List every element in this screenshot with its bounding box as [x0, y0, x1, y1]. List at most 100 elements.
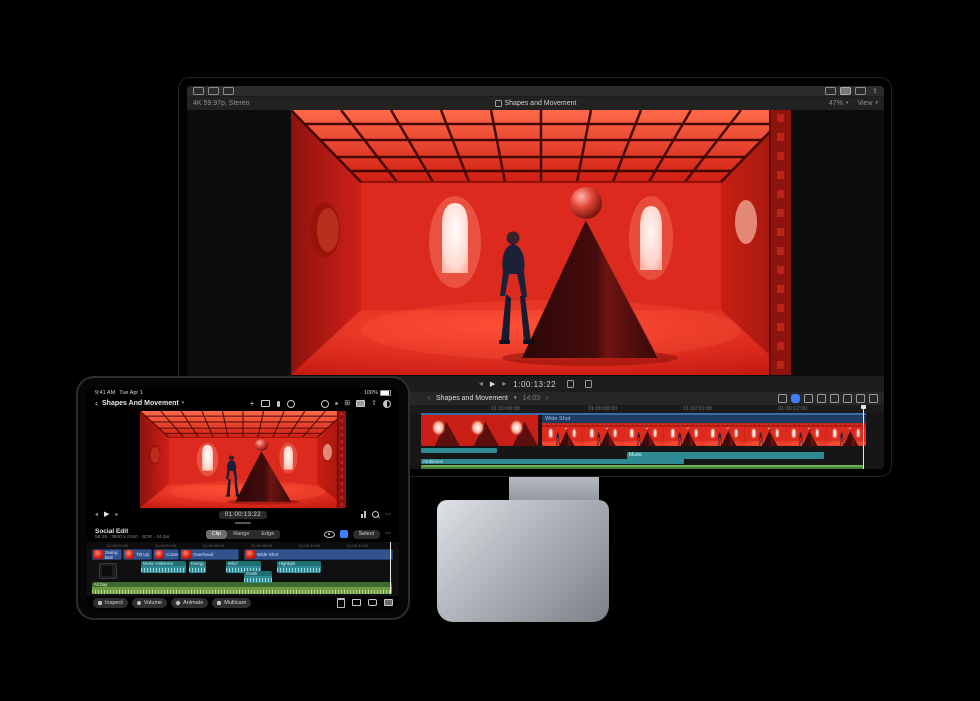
clip-cones[interactable]: Cones — [153, 549, 179, 560]
ruler-label: 01:00:10:00 — [683, 406, 712, 412]
audio-clip-energy[interactable]: Energy — [189, 561, 206, 573]
ipad-timecode: 01:00:13:22 — [219, 511, 267, 519]
trash-icon[interactable] — [337, 598, 345, 608]
viewer-options-icon[interactable] — [356, 400, 365, 407]
ruler-label: 01:00:06:00 — [491, 406, 520, 412]
multicam-button[interactable]: Multicam — [212, 598, 251, 608]
mode-edge[interactable]: Edge — [255, 530, 280, 539]
viewer-zoom-value[interactable]: 47% — [829, 100, 843, 107]
timeline-project-title[interactable]: Shapes and Movement — [436, 395, 508, 402]
clip-visibility-icon[interactable] — [324, 531, 335, 538]
panel-drag-handle[interactable] — [235, 522, 251, 524]
mode-clip[interactable]: Clip — [206, 530, 227, 539]
clip-thumbnail — [155, 550, 164, 559]
ipad-timeline-ruler[interactable]: 01:00:02:00 01:00:04:00 01:00:06:00 01:0… — [87, 542, 399, 549]
multicam-grid-icon[interactable]: ⊞ — [344, 400, 350, 407]
animate-button[interactable]: Animate — [171, 598, 208, 608]
duplicate-icon[interactable] — [352, 599, 361, 606]
mic-icon[interactable] — [277, 401, 280, 407]
library-icon[interactable] — [261, 400, 270, 407]
skip-forward-icon[interactable]: ▸ — [502, 380, 506, 388]
zoom-dropdown-icon[interactable]: ▾ — [846, 101, 849, 106]
mac-viewer — [187, 110, 884, 376]
ipad-project-title[interactable]: Shapes And Movement — [102, 400, 179, 407]
skip-back-icon[interactable]: ◂ — [95, 512, 98, 518]
timeline-audio-ambience[interactable]: Ambience — [421, 459, 684, 464]
viewer-timecode: 1:00:13:22 — [513, 380, 556, 389]
ipad-playhead[interactable] — [390, 542, 391, 594]
snapping-icon[interactable] — [340, 530, 348, 538]
timeline-clip-wide-shot[interactable]: Wide Shot — [542, 415, 866, 446]
battery-percent: 100% — [364, 390, 378, 396]
background-tasks-icon[interactable] — [223, 87, 234, 95]
audio-skimming-icon[interactable] — [804, 394, 813, 403]
viewer-view-button[interactable]: View — [857, 100, 872, 107]
timeline-audio-bar[interactable] — [421, 448, 497, 453]
monitor-stand-base — [437, 500, 609, 622]
loop-icon[interactable] — [567, 380, 574, 388]
audio-clip-crash[interactable]: Crash — [244, 571, 272, 583]
import-media-icon[interactable] — [193, 87, 204, 95]
inspect-button[interactable]: Inspect — [93, 598, 128, 608]
clip-appearance-icon[interactable] — [843, 394, 852, 403]
clip-swing-ball[interactable]: Swing Ball — [92, 549, 122, 560]
export-icon[interactable]: ⇧ — [371, 400, 377, 407]
ipad-transport-bar: ◂ ▶ ▸ 01:00:13:22 ⋯ — [87, 508, 399, 521]
mac-toolbar: ⇧ — [187, 86, 884, 97]
solo-icon[interactable] — [817, 394, 826, 403]
project-dropdown-icon[interactable]: ▾ — [182, 401, 185, 406]
clock-icon[interactable] — [321, 400, 329, 408]
timeline-project-dropdown-icon[interactable]: ▾ — [514, 396, 517, 401]
capture-icon[interactable] — [287, 400, 295, 408]
display-mode-icon[interactable] — [383, 400, 391, 408]
play-icon[interactable]: ▶ — [104, 511, 109, 518]
connected-clip[interactable] — [99, 563, 117, 579]
audio-meter-icon[interactable] — [361, 511, 366, 518]
back-chevron-icon[interactable]: ‹ — [95, 399, 98, 408]
overwrite-icon[interactable] — [368, 599, 377, 606]
share-icon[interactable]: ⇧ — [872, 88, 878, 95]
skip-forward-icon[interactable]: ▸ — [115, 512, 118, 518]
fullscreen-icon[interactable] — [585, 380, 592, 388]
inspector-toggle-icon[interactable] — [855, 87, 866, 95]
browser-toggle-icon[interactable] — [825, 87, 836, 95]
audio-clip-music-ambience[interactable]: Music Ambience — [141, 561, 186, 573]
project-format-label: 4K 59.97p, Stereo — [193, 100, 363, 107]
timeline-toggle-icon[interactable] — [840, 87, 851, 95]
timeline-settings-icon[interactable] — [869, 394, 878, 403]
keyword-editor-icon[interactable] — [208, 87, 219, 95]
select-button[interactable]: Select — [353, 530, 380, 539]
inspect-icon — [98, 601, 102, 605]
skimming-icon[interactable] — [791, 394, 800, 403]
timeline-more-icon[interactable]: ⋯ — [385, 531, 391, 537]
view-dropdown-icon[interactable]: ▾ — [875, 101, 878, 106]
add-media-icon[interactable]: + — [250, 400, 255, 408]
clip-title-bar: Wide Shot — [542, 415, 866, 423]
timeline-clip-spheres[interactable] — [421, 415, 539, 446]
status-date: Tue Apr 1 — [119, 390, 143, 396]
skip-back-icon[interactable]: ◂ — [479, 380, 483, 388]
ruler-label: 01:00:02:00 — [107, 543, 128, 548]
clip-tilt-up[interactable]: Tilt Up — [123, 549, 152, 560]
zoom-fit-icon[interactable] — [856, 394, 865, 403]
previous-project-icon[interactable]: ‹ — [428, 395, 430, 402]
next-project-icon[interactable]: › — [546, 395, 548, 402]
play-icon[interactable]: ▶ — [490, 381, 495, 388]
ruler-label: 01:00:08:00 — [588, 406, 617, 412]
green-clip-all-day[interactable]: All Day — [92, 582, 392, 594]
ruler-label: 01:00:06:00 — [203, 543, 224, 548]
clip-wide-shot[interactable]: Wide Shot — [244, 549, 393, 560]
more-icon[interactable]: ⋯ — [385, 512, 391, 518]
trim-tool-icon[interactable] — [778, 394, 787, 403]
ruler-label: 01:00:08:00 — [251, 543, 272, 548]
clip-overhead[interactable]: Overhead — [180, 549, 239, 560]
zoom-icon[interactable] — [372, 511, 379, 518]
audio-clip-highlight[interactable]: Highlight — [277, 561, 321, 573]
timeline-audio-music[interactable]: Music — [627, 452, 824, 459]
mac-playhead[interactable] — [863, 405, 864, 469]
volume-button[interactable]: Volume — [132, 598, 167, 608]
append-icon[interactable] — [384, 599, 393, 606]
snapping-icon[interactable] — [830, 394, 839, 403]
timeline-green-clip[interactable] — [421, 465, 863, 469]
mode-range[interactable]: Range — [227, 530, 255, 539]
